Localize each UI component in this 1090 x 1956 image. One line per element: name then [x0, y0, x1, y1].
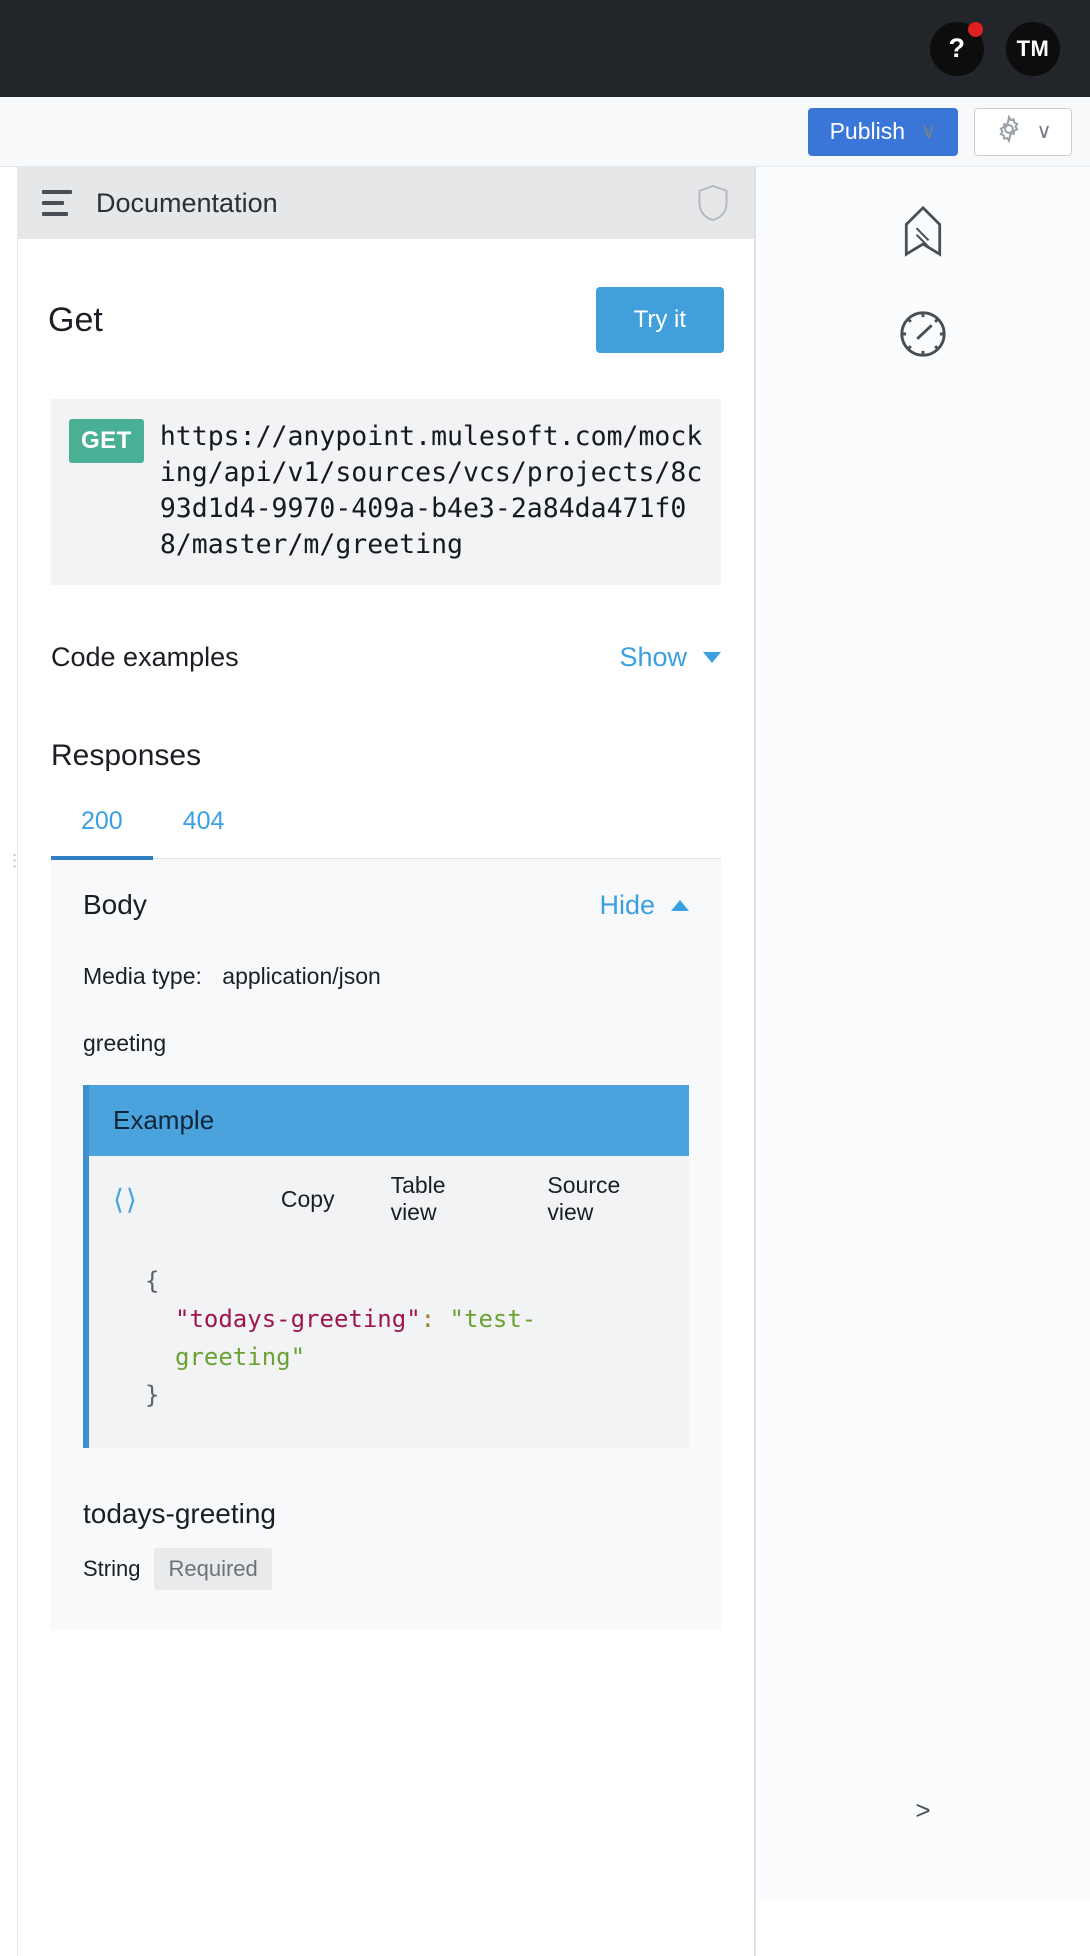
code-line-close-brace: } — [145, 1376, 665, 1414]
endpoint-url-box: GET https://anypoint.mulesoft.com/mockin… — [51, 399, 721, 585]
media-type-value: application/json — [222, 963, 381, 989]
code-examples-toggle[interactable]: Show — [619, 642, 721, 673]
code-line-open-brace: { — [145, 1262, 665, 1300]
expand-rail-button[interactable]: > — [915, 1795, 930, 1826]
table-view-button[interactable]: Table view — [391, 1172, 492, 1226]
responses-title: Responses — [18, 689, 754, 773]
code-examples-toggle-label: Show — [619, 642, 687, 673]
operation-header: Get Try it — [18, 239, 754, 353]
drag-handle[interactable]: ⋮ — [6, 857, 23, 864]
media-type-label: Media type: — [83, 963, 202, 989]
tab-response-200-label: 200 — [81, 807, 123, 835]
property-name: todays-greeting — [83, 1498, 689, 1530]
settings-button[interactable]: ∨ — [974, 108, 1072, 156]
code-examples-row: Code examples Show — [18, 625, 754, 689]
body-header-row: Body Hide — [51, 859, 721, 921]
compass-gauge-icon[interactable] — [898, 309, 948, 361]
chevron-up-icon — [671, 900, 689, 911]
left-resize-gutter: ⋮ — [0, 167, 18, 1956]
copy-button[interactable]: Copy — [281, 1186, 335, 1213]
publish-button-label: Publish — [830, 118, 905, 145]
property-type: String — [83, 1556, 140, 1582]
schema-name: greeting — [51, 990, 721, 1057]
response-body-block: Body Hide Media type: application/json g… — [51, 859, 721, 1630]
main-area: ⋮ Documentation Get Try it GET — [0, 167, 1090, 1956]
documentation-header: Documentation — [18, 167, 754, 239]
body-label: Body — [83, 889, 147, 921]
try-it-label: Try it — [634, 306, 686, 333]
code-line-pair: "todays-greeting": "test-greeting" — [145, 1300, 665, 1376]
documentation-title: Documentation — [96, 188, 674, 219]
chevron-down-icon: ∨ — [921, 121, 936, 142]
example-toolbar: ⟨⟩ Copy Table view Source view — [89, 1156, 689, 1236]
code-examples-label: Code examples — [51, 642, 239, 673]
example-code: { "todays-greeting": "test-greeting" } — [89, 1236, 689, 1448]
rail-bottom-strip — [756, 1902, 1090, 1956]
body-toggle[interactable]: Hide — [599, 890, 689, 921]
endpoint-url: https://anypoint.mulesoft.com/mocking/ap… — [160, 419, 703, 563]
avatar-initials: TM — [1017, 36, 1050, 62]
property-block: todays-greeting String Required — [51, 1448, 721, 1590]
question-mark-icon: ? — [949, 33, 966, 64]
responses-tabs: 200 404 — [51, 807, 721, 859]
example-card: Example ⟨⟩ Copy Table view Source view {… — [83, 1085, 689, 1448]
action-bar: Publish ∨ ∨ — [0, 97, 1090, 167]
chevron-down-icon — [703, 652, 721, 663]
right-rail: > — [755, 167, 1090, 1956]
tab-response-200[interactable]: 200 — [51, 807, 153, 860]
tab-response-404[interactable]: 404 — [153, 807, 255, 860]
code-brackets-icon[interactable]: ⟨⟩ — [113, 1183, 139, 1216]
gear-icon — [994, 114, 1024, 149]
http-method-badge: GET — [69, 419, 144, 463]
documentation-panel: Documentation Get Try it GET https://any… — [18, 167, 755, 1956]
bookmark-ribbon-icon[interactable] — [898, 205, 948, 257]
documentation-body: Get Try it GET https://anypoint.mulesoft… — [18, 239, 754, 1956]
json-colon: : — [421, 1305, 435, 1333]
body-toggle-label: Hide — [599, 890, 655, 921]
list-lines-icon[interactable] — [42, 190, 74, 216]
property-meta: String Required — [83, 1548, 689, 1590]
required-badge: Required — [154, 1548, 271, 1590]
try-it-button[interactable]: Try it — [596, 287, 724, 353]
json-key: "todays-greeting" — [175, 1305, 421, 1333]
chevron-down-icon: ∨ — [1036, 121, 1051, 142]
publish-button[interactable]: Publish ∨ — [808, 108, 958, 156]
shield-icon[interactable] — [696, 184, 730, 222]
example-card-header: Example — [89, 1085, 689, 1156]
notification-dot — [968, 22, 983, 37]
tab-response-404-label: 404 — [183, 807, 225, 835]
media-type-row: Media type: application/json — [51, 921, 721, 990]
avatar[interactable]: TM — [1006, 22, 1060, 76]
operation-title: Get — [48, 287, 103, 340]
help-button-wrapper: ? — [930, 22, 984, 76]
source-view-button[interactable]: Source view — [547, 1172, 665, 1226]
global-top-bar: ? TM — [0, 0, 1090, 97]
